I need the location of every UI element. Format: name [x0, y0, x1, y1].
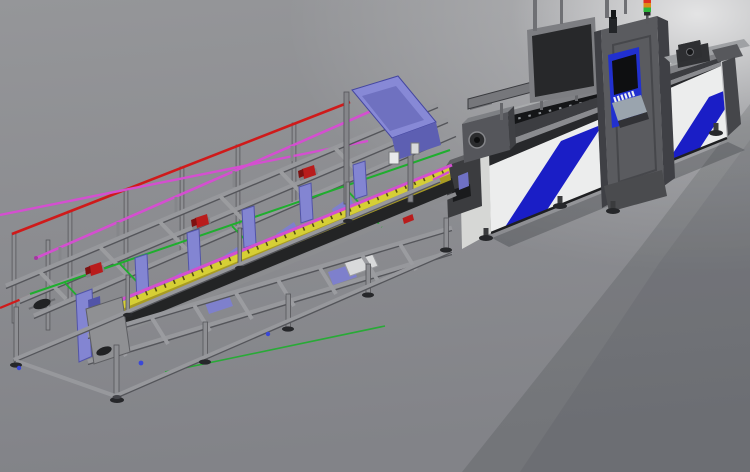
- signal-base: [644, 12, 651, 16]
- chuck-bore-center: [474, 137, 480, 143]
- hmi-screen: [612, 54, 638, 95]
- tower-strut-2: [624, 0, 627, 14]
- camera-lens: [611, 10, 616, 19]
- sensor-box-2: [411, 143, 419, 154]
- magenta-tube-end: [34, 256, 38, 260]
- camera-body: [609, 17, 617, 33]
- sensor-box-1: [389, 152, 399, 164]
- tower-strut: [605, 0, 609, 18]
- frame-strut-1: [533, 0, 537, 31]
- caster-blue-1: [17, 366, 21, 370]
- signal-red-lens: [644, 0, 652, 3]
- pusher-weldment: [86, 297, 130, 364]
- signal-pole: [646, 15, 649, 24]
- 3d-viewport[interactable]: Laser tube cutting machine with automati…: [0, 0, 750, 472]
- cad-render-stage: Laser tube cutting machine with automati…: [0, 0, 750, 472]
- frame-strut-2: [560, 0, 563, 24]
- monitor-screen: [532, 24, 594, 97]
- signal-orange-lens: [644, 3, 652, 8]
- caster-blue-2: [139, 361, 144, 366]
- signal-green-lens: [644, 8, 652, 13]
- drive-motor-shaft: [687, 49, 694, 56]
- beam-strut-1: [500, 103, 503, 120]
- caster-blue-3: [266, 332, 270, 336]
